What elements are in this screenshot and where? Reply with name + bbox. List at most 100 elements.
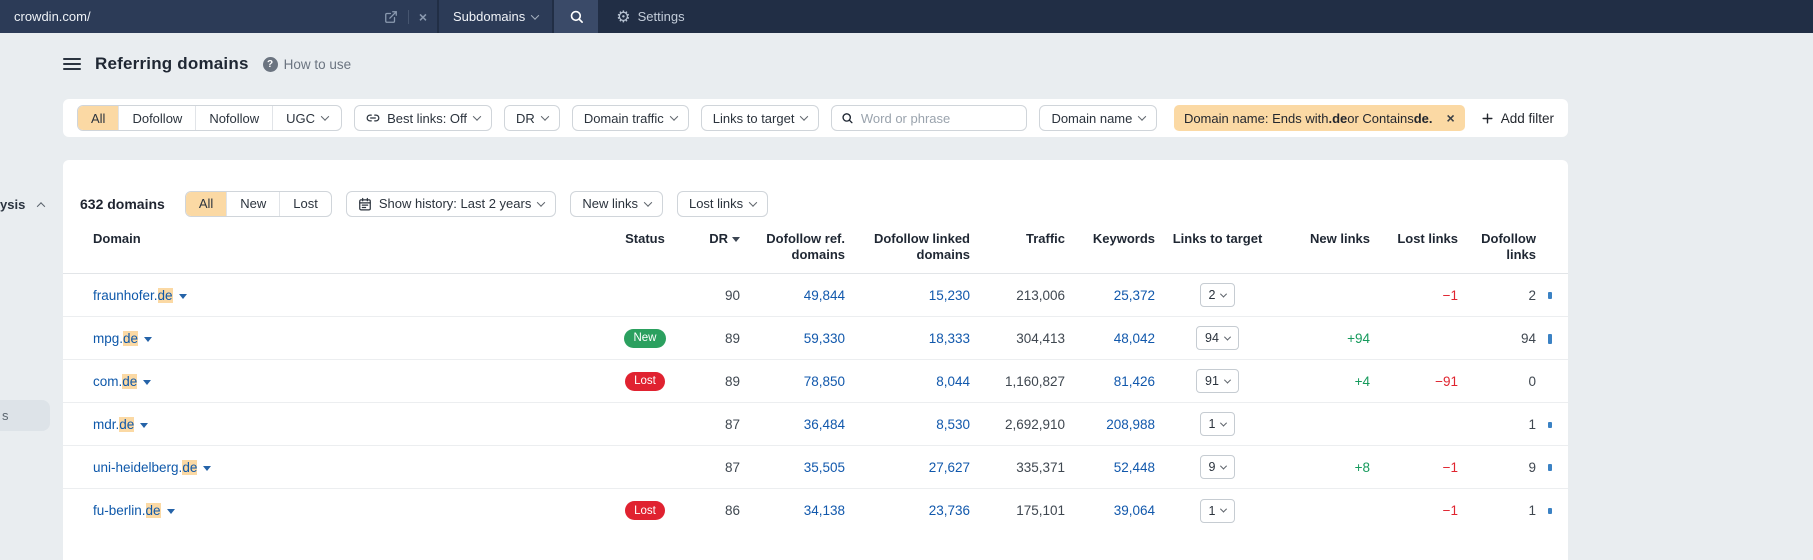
links-to-target-value: 2 xyxy=(1208,288,1216,302)
chevron-down-icon xyxy=(800,112,809,121)
col-dofollow-links[interactable]: Dofollow links xyxy=(1458,231,1536,263)
sidebar-section-partial[interactable]: ysis xyxy=(0,197,46,212)
target-value[interactable]: crowdin.com/ xyxy=(14,9,91,24)
links-to-target-select[interactable]: 2 xyxy=(1199,283,1236,307)
links-to-target-filter[interactable]: Links to target xyxy=(700,105,820,131)
dofollow-ref-value[interactable]: 59,330 xyxy=(740,331,845,346)
domain-dropdown-icon[interactable] xyxy=(140,422,149,428)
domain-link[interactable]: fraunhofer.de xyxy=(93,287,173,303)
domain-highlight: de xyxy=(182,459,198,475)
links-to-target-select[interactable]: 1 xyxy=(1199,498,1236,523)
dofollow-ref-value[interactable]: 78,850 xyxy=(740,374,845,389)
traffic-value: 2,692,910 xyxy=(1004,416,1065,432)
best-links-filter[interactable]: Best links: Off xyxy=(354,105,493,131)
segment-all[interactable]: All xyxy=(78,106,120,130)
dofollow-links-value: 94 xyxy=(1520,330,1536,346)
domain-dropdown-icon[interactable] xyxy=(178,293,187,299)
external-link-icon[interactable] xyxy=(384,10,398,24)
sidebar-item-partial[interactable]: s xyxy=(0,400,50,431)
domain-dropdown-icon[interactable] xyxy=(166,509,175,514)
col-dr[interactable]: DR xyxy=(685,231,740,247)
col-lost-links[interactable]: Lost links xyxy=(1370,231,1458,247)
dofollow-linked-value[interactable]: 15,230 xyxy=(845,288,970,303)
mode-selector-label: Subdomains xyxy=(453,9,526,24)
new-links-label: New links xyxy=(582,196,638,211)
domain-link[interactable]: fu-berlin.de xyxy=(93,503,161,518)
domain-traffic-filter[interactable]: Domain traffic xyxy=(571,105,689,131)
segment-ugc[interactable]: UGC xyxy=(273,106,341,130)
segment-status-new[interactable]: New xyxy=(227,191,281,216)
keywords-value[interactable]: 208,988 xyxy=(1065,417,1155,432)
remove-filter-icon[interactable] xyxy=(1447,110,1455,126)
domain-link[interactable]: mpg.de xyxy=(93,330,139,346)
domain-dropdown-icon[interactable] xyxy=(143,379,152,385)
domain-link[interactable]: uni-heidelberg.de xyxy=(93,459,198,475)
lost-links-value: −1 xyxy=(1442,287,1458,303)
col-dofollow-linked[interactable]: Dofollow linked domains xyxy=(845,231,970,263)
segment-status-lost[interactable]: Lost xyxy=(280,192,331,216)
domain-name-filter[interactable]: Domain name xyxy=(1039,105,1158,131)
domain-link[interactable]: com.de xyxy=(93,373,138,389)
segment-nofollow[interactable]: Nofollow xyxy=(196,106,274,130)
status-badge: New xyxy=(624,328,666,348)
col-links-to-target[interactable]: Links to target xyxy=(1155,231,1280,247)
col-keywords[interactable]: Keywords xyxy=(1065,231,1155,247)
chevron-down-icon xyxy=(1220,290,1228,298)
dofollow-ref-value[interactable]: 36,484 xyxy=(740,417,845,432)
domain-dropdown-icon[interactable] xyxy=(203,465,212,471)
col-new-links[interactable]: New links xyxy=(1280,231,1370,247)
show-history-filter[interactable]: Show history: Last 2 years xyxy=(345,190,557,217)
dofollow-ref-value[interactable]: 34,138 xyxy=(740,503,845,518)
keywords-value[interactable]: 52,448 xyxy=(1065,460,1155,475)
col-domain[interactable]: Domain xyxy=(93,231,605,247)
links-to-target-select[interactable]: 1 xyxy=(1199,412,1236,436)
dofollow-ref-value[interactable]: 49,844 xyxy=(740,288,845,303)
dr-filter-label: DR xyxy=(516,110,535,126)
search-button[interactable] xyxy=(554,0,599,33)
clear-input-icon[interactable] xyxy=(419,9,427,25)
lost-links-filter[interactable]: Lost links xyxy=(676,190,769,217)
domain-traffic-label: Domain traffic xyxy=(583,110,664,126)
segment-dofollow[interactable]: Dofollow xyxy=(119,106,197,130)
domain-highlight: de xyxy=(145,503,161,518)
settings-button[interactable]: Settings xyxy=(616,0,685,33)
links-to-target-select[interactable]: 91 xyxy=(1196,369,1239,393)
dofollow-linked-value[interactable]: 18,333 xyxy=(845,331,970,346)
keywords-value[interactable]: 39,064 xyxy=(1065,503,1155,518)
col-dofollow-ref[interactable]: Dofollow ref. domains xyxy=(740,231,845,263)
dofollow-linked-value[interactable]: 23,736 xyxy=(845,503,970,518)
col-status[interactable]: Status xyxy=(605,231,685,247)
dofollow-ref-value[interactable]: 35,505 xyxy=(740,460,845,475)
keywords-value[interactable]: 25,372 xyxy=(1065,288,1155,303)
links-to-target-select[interactable]: 9 xyxy=(1199,455,1236,479)
dofollow-linked-value[interactable]: 8,044 xyxy=(845,374,970,389)
links-to-target-value: 94 xyxy=(1205,331,1219,345)
table-body: fraunhofer.de 90 49,844 15,230 213,006 2… xyxy=(63,274,1568,532)
dofollow-linked-value[interactable]: 8,530 xyxy=(845,417,970,432)
domain-dropdown-icon[interactable] xyxy=(144,336,153,342)
keywords-value[interactable]: 81,426 xyxy=(1065,374,1155,389)
dofollow-linked-value[interactable]: 27,627 xyxy=(845,460,970,475)
links-to-target-value: 1 xyxy=(1208,417,1216,431)
dofollow-links-bar xyxy=(1548,333,1552,344)
new-links-filter[interactable]: New links xyxy=(570,190,663,217)
plus-icon xyxy=(1482,112,1493,124)
domain-link[interactable]: mdr.de xyxy=(93,416,135,432)
links-to-target-select[interactable]: 94 xyxy=(1196,326,1239,350)
new-links-value: +4 xyxy=(1354,373,1370,389)
dr-filter[interactable]: DR xyxy=(504,105,560,131)
status-segment-group: All New Lost xyxy=(184,190,332,217)
col-traffic[interactable]: Traffic xyxy=(970,231,1065,247)
mode-selector[interactable]: Subdomains xyxy=(439,0,553,33)
segment-status-all[interactable]: All xyxy=(185,191,228,216)
target-input[interactable]: crowdin.com/ xyxy=(0,0,437,33)
add-filter-button[interactable]: Add filter xyxy=(1481,111,1554,126)
word-search-input[interactable] xyxy=(860,110,1018,126)
traffic-value: 335,371 xyxy=(1016,459,1065,475)
domain-name-label: Domain name xyxy=(1051,110,1133,126)
chevron-down-icon xyxy=(1220,462,1228,470)
keywords-value[interactable]: 48,042 xyxy=(1065,331,1155,346)
menu-icon[interactable] xyxy=(63,58,81,70)
how-to-use-link[interactable]: How to use xyxy=(262,56,351,72)
domain-prefix: fraunhofer. xyxy=(93,287,158,303)
